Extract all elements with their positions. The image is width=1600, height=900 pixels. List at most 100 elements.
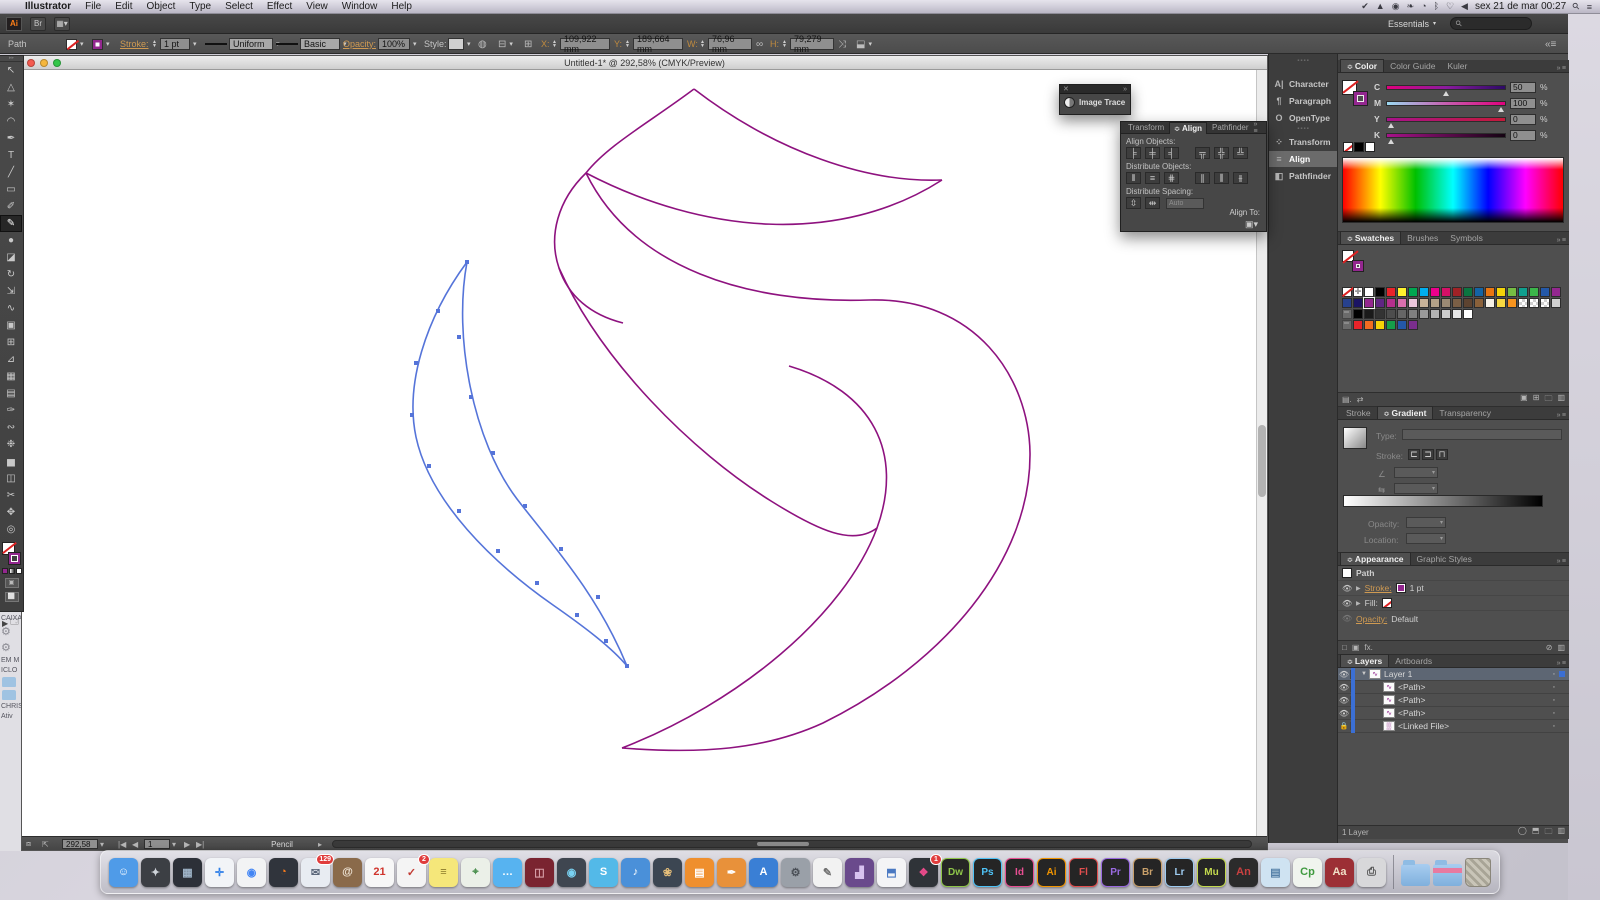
column-graph-tool[interactable]: ▅ [0,453,22,470]
appearance-tab-appearance[interactable]: ≎Appearance [1340,552,1411,565]
dock-grip[interactable]: ▪▪▪▪ [1269,58,1338,64]
swatch-f7d842[interactable] [1496,298,1506,308]
flame-body-inner[interactable] [622,366,886,748]
anchor-point[interactable] [410,413,414,417]
visibility-eye-icon[interactable]: 👁 [1342,599,1352,608]
opacity-field[interactable]: 100% ▾ [378,38,417,50]
style-dropdown[interactable]: ▾ [448,38,471,50]
eyedropper-tool[interactable]: ✑ [0,402,22,419]
horizontal-distribute-right-button[interactable]: ⫵ [1233,172,1248,184]
channel-value-field[interactable]: 0 [1510,114,1536,125]
swatch-ec008c[interactable] [1430,287,1440,297]
swatch-f26d21[interactable] [1364,320,1374,330]
swatch-f7d308[interactable] [1375,320,1385,330]
swatch-808080[interactable] [1408,309,1418,319]
anchor-point[interactable] [457,335,461,339]
y-value[interactable]: 189,664 mm [633,38,683,50]
check-status-icon[interactable]: ✔ [1361,1,1369,12]
anchor-point[interactable] [535,581,539,585]
clear-appearance-icon[interactable]: ⊘ [1546,643,1553,652]
desktop-folder-icon[interactable] [2,690,16,700]
h-value[interactable]: 79,279 mm [790,38,834,50]
horizontal-scrollbar-thumb[interactable] [757,842,809,846]
visibility-eye-icon[interactable]: 👁 [1342,584,1352,593]
width-profile-value[interactable]: Uniform [229,38,273,50]
expand-triangle-icon[interactable]: ▼ [1361,671,1369,677]
dock-app-numbers[interactable]: ▟ [845,858,874,887]
swatch-2458a8[interactable] [1397,320,1407,330]
gradient-tool[interactable]: ▤ [0,385,22,402]
dock-folder-documents[interactable] [1433,864,1462,886]
layer-row-linked-file-4[interactable]: 🔒▒<Linked File>◦ [1338,720,1569,733]
horizontal-align-center-button[interactable]: ╪ [1145,147,1160,159]
slice-tool[interactable]: ✂ [0,487,22,504]
anchor-point[interactable] [604,639,608,643]
canvas[interactable] [22,70,1258,838]
gradient-thumbnail[interactable] [1343,427,1367,449]
dock-app-premiere[interactable]: Pr [1101,858,1130,887]
dock-app-dictionary[interactable]: Aa [1325,858,1354,887]
swatches-tab-symbols[interactable]: Symbols [1444,232,1489,244]
zoom-level-value[interactable]: 292,58 [62,839,98,849]
dock-app-edge-animate[interactable]: An [1229,858,1258,887]
menu-help[interactable]: Help [384,1,419,12]
delete-layer-icon[interactable]: ▥ [1557,826,1565,840]
anchor-point[interactable] [465,260,469,264]
swatch-e87511[interactable] [1485,287,1495,297]
dock-app-captivate[interactable]: Cp [1293,858,1322,887]
white-swatch[interactable] [1365,142,1375,152]
vertical-align-center-button[interactable]: ╬ [1214,147,1229,159]
swatch-00aeef[interactable] [1419,287,1429,297]
flame-body-outer[interactable] [586,173,1030,750]
black-swatch[interactable] [1354,142,1364,152]
opacity-value[interactable]: 100% [378,38,410,50]
anchor-point[interactable] [469,395,473,399]
width-profile-dropdown[interactable]: Uniform ▾ [205,38,280,50]
stepper-icon[interactable]: ▲▼ [152,40,157,48]
opacity-link-label[interactable]: Opacity: [1356,614,1387,624]
swatch-f7941e[interactable] [1507,298,1517,308]
stroke-across-icon[interactable]: ⊓ [1436,449,1448,460]
new-color-group-icon[interactable]: ▣ [1520,393,1528,407]
swatch-2458a8[interactable] [1540,287,1550,297]
dock-app-iphoto[interactable]: ❀ [653,858,682,887]
dock-app-launchpad[interactable]: ✦ [141,858,170,887]
menu-view[interactable]: View [299,1,335,12]
free-transform-tool[interactable]: ▣ [0,317,22,334]
anchor-point[interactable] [436,309,440,313]
menu-select[interactable]: Select [218,1,260,12]
pencil-tool[interactable]: ✎ [0,215,22,232]
dock-app-keynote[interactable]: ⬒ [877,858,906,887]
swatch-e8232a[interactable] [1353,320,1363,330]
swatch-group-folder[interactable] [1342,320,1352,330]
slider-marker[interactable] [1498,107,1504,112]
isolate-selected-object-icon[interactable]: ⬓▾ [856,38,872,50]
layers-tab-layers[interactable]: ≎Layers [1340,654,1389,667]
gradient-tab-transparency[interactable]: Transparency [1433,407,1497,419]
anchor-point[interactable] [427,464,431,468]
screen-mode-button[interactable]: ⬜ [5,592,19,602]
dock-app-lightroom[interactable]: Lr [1165,858,1194,887]
align-tab-align[interactable]: ≎Align [1169,122,1207,134]
dock-app-ibooks[interactable]: ▤ [685,858,714,887]
dock-app-mail[interactable]: ✉129 [301,858,330,887]
slider-marker[interactable] [1388,123,1394,128]
swatch-cccccc[interactable] [1441,309,1451,319]
swatch-libraries-icon[interactable]: ▤. [1342,395,1352,404]
growl-icon[interactable]: ▲ [1376,1,1385,12]
panel-menu-icon[interactable]: » ≡ [1557,65,1569,72]
swatches-fill-stroke-indicator[interactable] [1342,250,1364,272]
swatch-ffffff[interactable] [1364,287,1374,297]
gradient-angle-field[interactable]: ▾ [1394,467,1438,478]
dock-app-calendar[interactable]: 21 [365,858,394,887]
brush-definition-value[interactable]: Basic [300,38,340,50]
dock-app-app-store[interactable]: A [749,858,778,887]
stroke-color-swatch[interactable] [1352,260,1364,272]
vertical-distribute-bottom-button[interactable]: ⋕ [1164,172,1179,184]
spotlight-icon[interactable]: ⚲ [1570,0,1582,12]
dock-app-textedit[interactable]: ✎ [813,858,842,887]
shear-icon[interactable]: ⤨ [838,38,846,50]
swatch-5d4330[interactable] [1463,298,1473,308]
slider-marker[interactable] [1443,91,1449,96]
menu-clock[interactable]: sex 21 de mar 00:27 [1475,1,1566,12]
